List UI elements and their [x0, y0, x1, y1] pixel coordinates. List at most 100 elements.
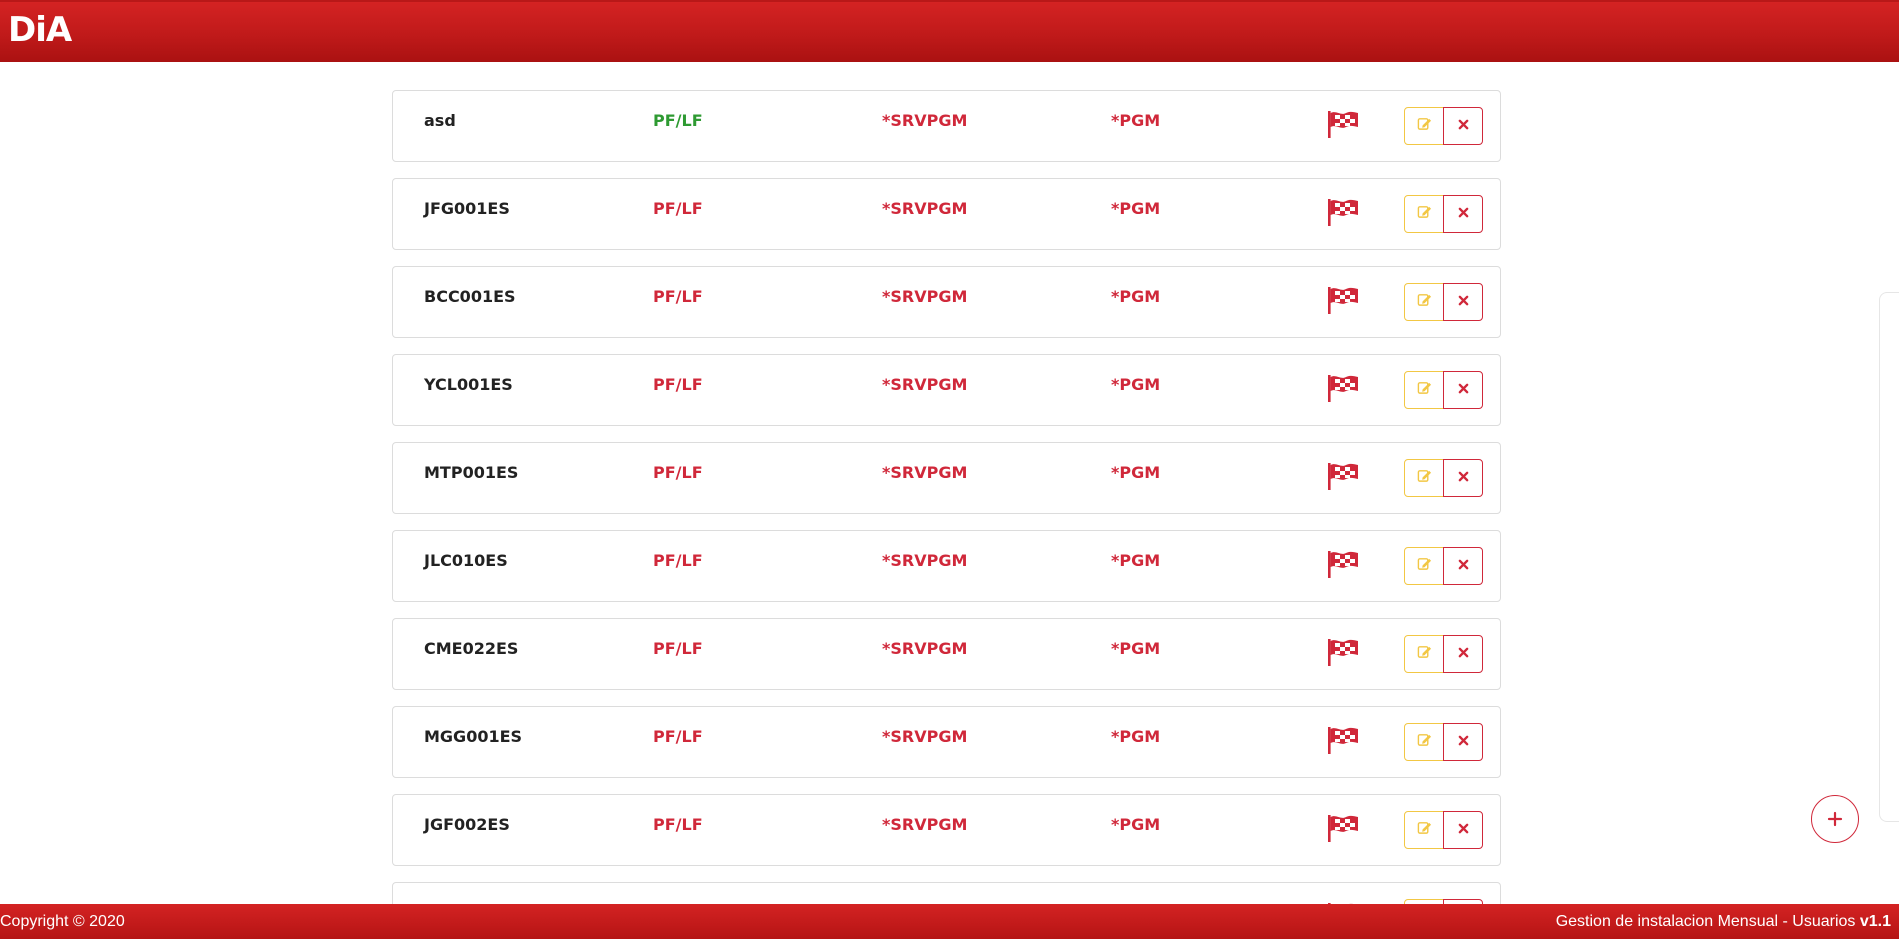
close-x-icon: [1458, 117, 1469, 135]
program-type: *PGM: [1111, 551, 1161, 570]
library-type: PF/LF: [653, 815, 703, 834]
checkered-flag-icon: [1326, 285, 1360, 315]
table-row: MTP001ES PF/LF *SRVPGM *PGM: [392, 442, 1501, 514]
delete-button[interactable]: [1443, 635, 1483, 673]
service-program-type: *SRVPGM: [882, 199, 968, 218]
edit-button[interactable]: [1404, 723, 1444, 761]
checkered-flag-icon: [1326, 813, 1360, 843]
table-row: JLC010ES PF/LF *SRVPGM *PGM: [392, 530, 1501, 602]
edit-button[interactable]: [1404, 195, 1444, 233]
edit-button[interactable]: [1404, 459, 1444, 497]
close-x-icon: [1458, 557, 1469, 575]
library-type: PF/LF: [653, 287, 703, 306]
table-row: BCC001ES PF/LF *SRVPGM *PGM: [392, 266, 1501, 338]
library-type: PF/LF: [653, 375, 703, 394]
pencil-edit-icon: [1417, 204, 1432, 224]
edit-button[interactable]: [1404, 635, 1444, 673]
library-type: PF/LF: [653, 199, 703, 218]
service-program-type: *SRVPGM: [882, 287, 968, 306]
program-type: *PGM: [1111, 727, 1161, 746]
table-row: MGG001ES PF/LF *SRVPGM *PGM: [392, 706, 1501, 778]
service-program-type: *SRVPGM: [882, 639, 968, 658]
program-type: *PGM: [1111, 111, 1161, 130]
close-x-icon: [1458, 469, 1469, 487]
pencil-edit-icon: [1417, 468, 1432, 488]
library-type: PF/LF: [653, 727, 703, 746]
delete-button[interactable]: [1443, 371, 1483, 409]
library-type: PF/LF: [653, 551, 703, 570]
delete-button[interactable]: [1443, 107, 1483, 145]
table-row: YCL001ES PF/LF *SRVPGM *PGM: [392, 354, 1501, 426]
user-code: YCL001ES: [424, 375, 513, 394]
copyright-text: Copyright © 2020: [0, 913, 125, 930]
program-type: *PGM: [1111, 287, 1161, 306]
pencil-edit-icon: [1417, 292, 1432, 312]
edit-button[interactable]: [1404, 811, 1444, 849]
close-x-icon: [1458, 821, 1469, 839]
delete-button[interactable]: [1443, 195, 1483, 233]
scrollbar[interactable]: [1879, 292, 1899, 822]
edit-button[interactable]: [1404, 283, 1444, 321]
user-code: JLC010ES: [424, 551, 508, 570]
user-code: JGF002ES: [424, 815, 510, 834]
user-list: asd PF/LF *SRVPGM *PGM JFG001ES PF/LF *SRVPGM *…: [0, 62, 1899, 904]
close-x-icon: [1458, 381, 1469, 399]
close-x-icon: [1458, 293, 1469, 311]
table-row: JGF002ES PF/LF *SRVPGM *PGM: [392, 794, 1501, 866]
pencil-edit-icon: [1417, 732, 1432, 752]
program-type: *PGM: [1111, 639, 1161, 658]
checkered-flag-icon: [1326, 637, 1360, 667]
table-row: CME022ES PF/LF *SRVPGM *PGM: [392, 618, 1501, 690]
delete-button[interactable]: [1443, 547, 1483, 585]
table-row: JFG001ES PF/LF *SRVPGM *PGM: [392, 178, 1501, 250]
delete-button[interactable]: [1443, 283, 1483, 321]
edit-button[interactable]: [1404, 547, 1444, 585]
checkered-flag-icon: [1326, 109, 1360, 139]
pencil-edit-icon: [1417, 556, 1432, 576]
user-code: CME022ES: [424, 639, 519, 658]
program-type: *PGM: [1111, 375, 1161, 394]
pencil-edit-icon: [1417, 116, 1432, 136]
edit-button[interactable]: [1404, 371, 1444, 409]
user-code: BCC001ES: [424, 287, 516, 306]
version-label: v1.1: [1859, 913, 1891, 930]
app-title: Gestion de instalacion Mensual - Usuario…: [1555, 913, 1856, 930]
delete-button[interactable]: [1443, 723, 1483, 761]
delete-button[interactable]: [1443, 811, 1483, 849]
edit-button[interactable]: [1404, 107, 1444, 145]
checkered-flag-icon: [1326, 197, 1360, 227]
service-program-type: *SRVPGM: [882, 111, 968, 130]
close-x-icon: [1458, 645, 1469, 663]
library-type: PF/LF: [653, 639, 703, 658]
dia-logo[interactable]: DiA: [8, 8, 72, 52]
table-row: [392, 882, 1501, 904]
close-x-icon: [1458, 733, 1469, 751]
library-type: PF/LF: [653, 111, 703, 130]
add-user-button[interactable]: [1811, 795, 1859, 843]
service-program-type: *SRVPGM: [882, 375, 968, 394]
program-type: *PGM: [1111, 815, 1161, 834]
user-code: asd: [424, 111, 456, 130]
checkered-flag-icon: [1326, 725, 1360, 755]
service-program-type: *SRVPGM: [882, 727, 968, 746]
program-type: *PGM: [1111, 199, 1161, 218]
plus-icon: [1827, 811, 1843, 827]
app-header: DiA: [0, 0, 1899, 62]
user-code: MTP001ES: [424, 463, 519, 482]
app-title-version: Gestion de instalacion Mensual - Usuario…: [1556, 904, 1891, 939]
user-code: JFG001ES: [424, 199, 510, 218]
app-footer: Copyright © 2020 Gestion de instalacion …: [0, 904, 1899, 939]
table-row: asd PF/LF *SRVPGM *PGM: [392, 90, 1501, 162]
user-code: MGG001ES: [424, 727, 523, 746]
service-program-type: *SRVPGM: [882, 463, 968, 482]
checkered-flag-icon: [1326, 549, 1360, 579]
pencil-edit-icon: [1417, 644, 1432, 664]
library-type: PF/LF: [653, 463, 703, 482]
pencil-edit-icon: [1417, 380, 1432, 400]
delete-button[interactable]: [1443, 459, 1483, 497]
checkered-flag-icon: [1326, 461, 1360, 491]
pencil-edit-icon: [1417, 820, 1432, 840]
close-x-icon: [1458, 205, 1469, 223]
service-program-type: *SRVPGM: [882, 815, 968, 834]
program-type: *PGM: [1111, 463, 1161, 482]
